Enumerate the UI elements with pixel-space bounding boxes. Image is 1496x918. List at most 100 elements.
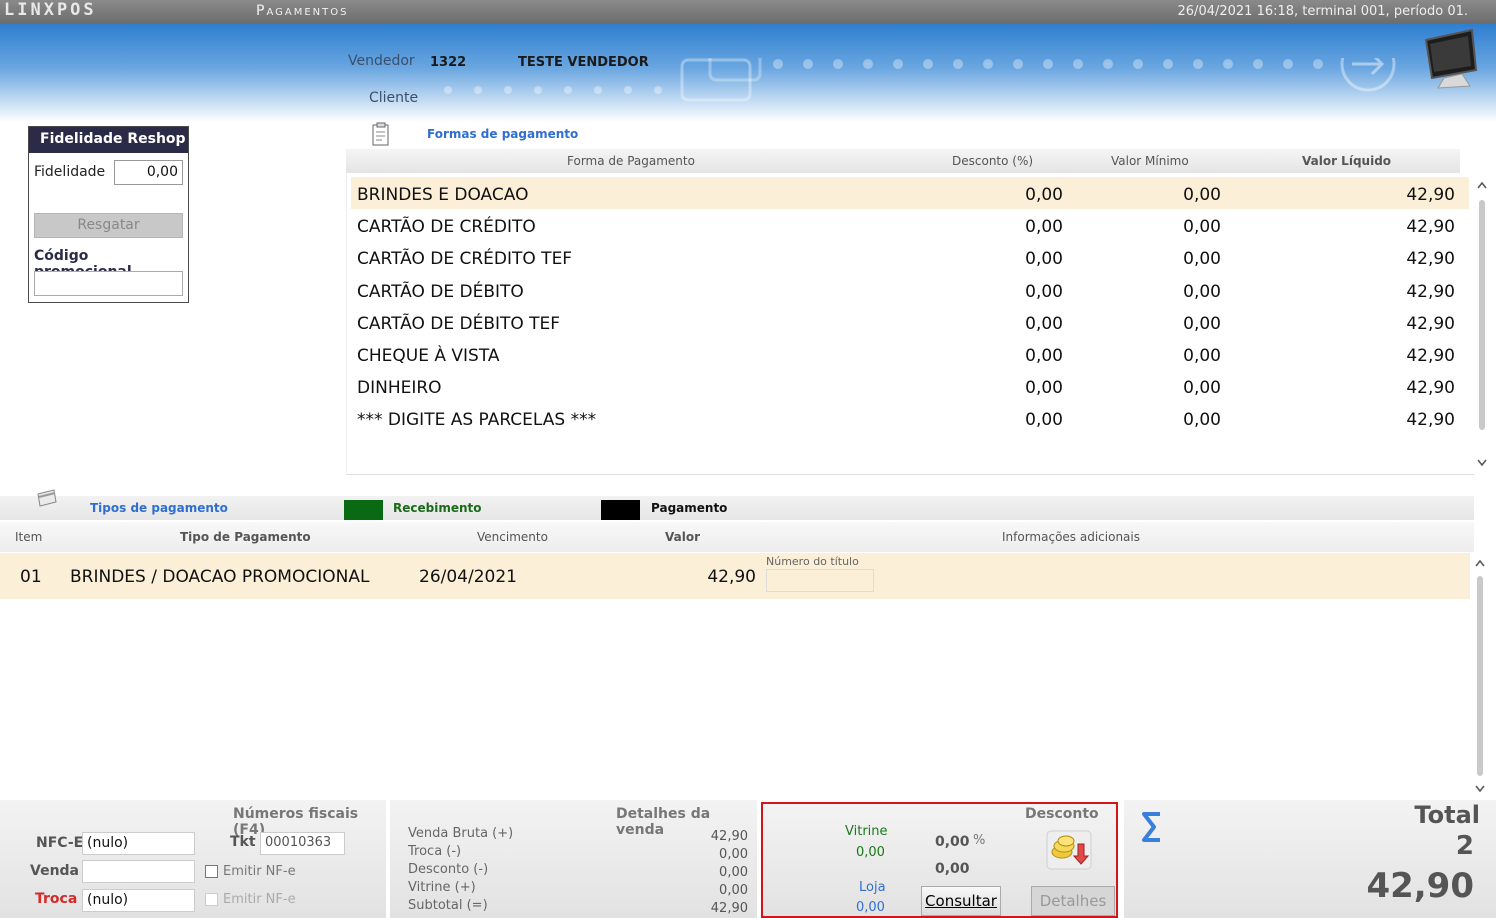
row-valor[interactable]: 42,90	[676, 567, 756, 587]
table-row[interactable]: CARTÃO DE DÉBITO TEF 0,00 0,00 42,90	[351, 306, 1469, 338]
fidelidade-panel: Fidelidade Reshop Fidelidade 0,00 Resgat…	[28, 126, 189, 303]
tipos-table-header: Item Tipo de Pagamento Vencimento Valor …	[0, 522, 1474, 552]
formas-pagamento-title: Formas de pagamento	[427, 127, 579, 141]
troca-input[interactable]: (nulo)	[82, 889, 195, 912]
loja-value: 0,00	[856, 900, 885, 915]
tipos-scrollbar[interactable]	[1472, 556, 1488, 796]
desconto-cell: 0,00	[1025, 185, 1063, 205]
consultar-button[interactable]: Consultar	[921, 886, 1001, 916]
emitir-nfe-troca-checkbox[interactable]	[205, 893, 218, 906]
troca-line-value: 0,00	[719, 847, 748, 862]
fidelidade-input[interactable]: 0,00	[114, 160, 183, 185]
col-desconto[interactable]: Desconto (%)	[952, 154, 1033, 168]
minimo-cell: 0,00	[1183, 249, 1221, 270]
subtotal-line-value: 42,90	[710, 901, 748, 916]
col-tipo[interactable]: Tipo de Pagamento	[180, 530, 311, 544]
resgatar-button[interactable]: Resgatar	[34, 213, 183, 238]
total-title: Total	[1414, 801, 1480, 829]
subtotal-line-label: Subtotal (=)	[408, 898, 488, 913]
desconto-cell: 0,00	[1025, 410, 1063, 431]
table-row[interactable]: CARTÃO DE CRÉDITO 0,00 0,00 42,90	[351, 209, 1469, 241]
tkt-label: Tkt	[230, 834, 256, 850]
venda-bruta-value: 42,90	[710, 829, 748, 844]
vendedor-label: Vendedor	[348, 53, 415, 69]
table-row[interactable]: *** DIGITE AS PARCELAS *** 0,00 0,00 42,90	[351, 402, 1469, 434]
nfce-label: NFC-E	[36, 835, 84, 851]
liquido-cell: 42,90	[1406, 313, 1455, 334]
nfce-input[interactable]: (nulo)	[82, 832, 195, 855]
emitir-nfe-checkbox[interactable]	[205, 865, 218, 878]
desconto-cell: 0,00	[1025, 249, 1063, 270]
app-logo: LINXPOS	[4, 0, 97, 20]
col-minimo[interactable]: Valor Mínimo	[1111, 154, 1189, 168]
card-icon	[37, 489, 57, 507]
total-count: 2	[1455, 831, 1474, 861]
table-row[interactable]: BRINDES E DOACAO 0,00 0,00 42,90	[351, 177, 1469, 209]
numero-titulo-label: Número do título	[766, 555, 859, 568]
venda-bruta-label: Venda Bruta (+)	[408, 826, 514, 841]
minimo-cell: 0,00	[1183, 217, 1221, 238]
col-liquido[interactable]: Valor Líquido	[1302, 154, 1391, 168]
emitir-nfe-troca-label: Emitir NF-e	[223, 892, 296, 907]
table-row[interactable]: CARTÃO DE DÉBITO 0,00 0,00 42,90	[351, 274, 1469, 306]
desconto-title: Desconto	[1025, 806, 1099, 822]
desconto-cell: 0,00	[1025, 346, 1063, 366]
forma-cell: CARTÃO DE CRÉDITO	[357, 217, 536, 238]
col-info[interactable]: Informações adicionais	[1002, 530, 1140, 544]
fidelidade-title: Fidelidade Reshop	[29, 127, 188, 153]
vitrine-label: Vitrine	[845, 824, 888, 839]
col-vencimento[interactable]: Vencimento	[477, 530, 548, 544]
forma-cell: DINHEIRO	[357, 378, 442, 399]
formas-table-header: Forma de Pagamento Desconto (%) Valor Mí…	[346, 149, 1460, 173]
venda-input[interactable]	[82, 860, 195, 883]
row-vencimento[interactable]: 26/04/2021	[419, 567, 517, 587]
desconto-cell: 0,00	[1025, 281, 1063, 302]
minimo-cell: 0,00	[1183, 313, 1221, 334]
minimo-cell: 0,00	[1183, 281, 1221, 302]
liquido-cell: 42,90	[1406, 410, 1455, 431]
col-valor[interactable]: Valor	[665, 530, 700, 544]
pagamento-label: Pagamento	[651, 501, 728, 515]
row-tipo: BRINDES / DOACAO PROMOCIONAL	[70, 567, 370, 587]
venda-label: Venda	[30, 863, 79, 879]
table-row[interactable]: CHEQUE À VISTA 0,00 0,00 42,90	[351, 338, 1469, 370]
numero-titulo-input[interactable]	[766, 569, 874, 592]
table-row[interactable]: CARTÃO DE CRÉDITO TEF 0,00 0,00 42,90	[351, 241, 1469, 273]
desconto-cell: 0,00	[1025, 217, 1063, 238]
codigo-promocional-input[interactable]	[34, 271, 183, 296]
troca-label: Troca	[35, 891, 78, 907]
vendedor-name: TESTE VENDEDOR	[518, 55, 649, 70]
session-info: 26/04/2021 16:18, terminal 001, período …	[1177, 4, 1468, 19]
desconto-cell: 0,00	[1025, 313, 1063, 334]
liquido-cell: 42,90	[1406, 281, 1455, 302]
col-item[interactable]: Item	[15, 530, 42, 544]
detalhes-button[interactable]: Detalhes	[1031, 886, 1115, 916]
formas-table-body: BRINDES E DOACAO 0,00 0,00 42,90 CARTÃO DE C…	[346, 173, 1474, 475]
total-panel: Total 2 42,90	[1124, 800, 1496, 918]
formas-scrollbar[interactable]	[1474, 178, 1490, 470]
liquido-cell: 42,90	[1406, 378, 1455, 399]
desconto-amount-value[interactable]: 0,00	[935, 861, 970, 877]
discount-coins-icon[interactable]	[1046, 830, 1092, 870]
row-item: 01	[20, 567, 42, 587]
tkt-input[interactable]: 00010363	[260, 832, 345, 855]
monitor-icon	[1424, 28, 1478, 89]
vendedor-code[interactable]: 1322	[430, 55, 466, 70]
vitrine-value: 0,00	[856, 845, 885, 860]
col-forma[interactable]: Forma de Pagamento	[567, 154, 695, 168]
forma-cell: CARTÃO DE DÉBITO TEF	[357, 313, 561, 334]
total-amount: 42,90	[1366, 866, 1474, 906]
minimo-cell: 0,00	[1183, 378, 1221, 399]
cliente-label[interactable]: Cliente	[369, 90, 418, 106]
table-row[interactable]: 01 BRINDES / DOACAO PROMOCIONAL 26/04/20…	[0, 553, 1470, 599]
forma-cell: CHEQUE À VISTA	[357, 346, 500, 366]
emitir-nfe-label: Emitir NF-e	[223, 864, 296, 879]
forma-cell: CARTÃO DE DÉBITO	[357, 281, 524, 302]
liquido-cell: 42,90	[1406, 346, 1455, 366]
forma-cell: *** DIGITE AS PARCELAS ***	[357, 410, 597, 431]
table-row[interactable]: DINHEIRO 0,00 0,00 42,90	[351, 370, 1469, 402]
desconto-percent-value[interactable]: 0,00	[935, 834, 970, 850]
minimo-cell: 0,00	[1183, 185, 1221, 205]
percent-sign: %	[973, 833, 986, 848]
vitrine-line-value: 0,00	[719, 883, 748, 898]
